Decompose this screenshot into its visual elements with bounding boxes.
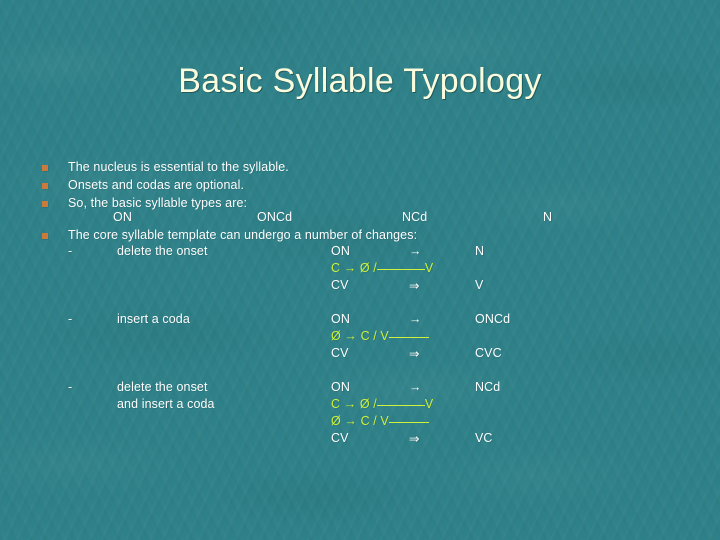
change-dash-2: - — [68, 312, 73, 326]
change-rule-3-2: Ø → C / V — [331, 414, 429, 428]
change-label-3-line1: delete the onset — [117, 380, 208, 394]
rule-blank-3-2 — [388, 422, 429, 423]
rule-blank-3-1 — [376, 405, 425, 406]
bullet-text-4: The core syllable template can undergo a… — [68, 228, 418, 242]
syllable-type-n: N — [543, 210, 553, 224]
syllable-type-oncd: ONCd — [257, 210, 293, 224]
slide-canvas: Basic Syllable Typology The nucleus is e… — [0, 0, 720, 540]
change-example-output-2: CVC — [475, 346, 502, 360]
rule-blank-1-1 — [376, 269, 425, 270]
change-example-input-3: CV — [331, 431, 349, 445]
change-dash-3: - — [68, 380, 73, 394]
change-rule-3-1: C → Ø / V — [331, 397, 433, 411]
change-example-output-1: V — [475, 278, 484, 292]
rule-left-1-1: C → Ø / — [331, 261, 377, 275]
change-example-input-1: CV — [331, 278, 349, 292]
change-template-arrow-2: → — [409, 312, 422, 326]
slide-body: The nucleus is essential to the syllable… — [0, 0, 720, 540]
change-example-arrow-2: ⇒ — [409, 347, 420, 361]
rule-right-3-1: V — [424, 397, 434, 411]
bullet-marker-4 — [42, 233, 48, 239]
syllable-type-ncd: NCd — [402, 210, 428, 224]
change-template-input-3: ON — [331, 380, 350, 394]
change-label-3-line2: and insert a coda — [117, 397, 215, 411]
bullet-text-1: The nucleus is essential to the syllable… — [68, 160, 289, 174]
syllable-type-on: ON — [113, 210, 132, 224]
change-template-arrow-1: → — [409, 244, 422, 258]
change-label-1: delete the onset — [117, 244, 208, 258]
rule-left-2-1: Ø → C / V — [331, 329, 389, 343]
change-template-output-3: NCd — [475, 380, 501, 394]
rule-blank-2-1 — [388, 337, 429, 338]
change-example-arrow-3: ⇒ — [409, 432, 420, 446]
change-label-2: insert a coda — [117, 312, 190, 326]
bullet-marker-2 — [42, 183, 48, 189]
bullet-marker-3 — [42, 201, 48, 207]
change-dash-1: - — [68, 244, 73, 258]
change-example-input-2: CV — [331, 346, 349, 360]
change-template-arrow-3: → — [409, 380, 422, 394]
change-rule-2-1: Ø → C / V — [331, 329, 429, 343]
change-template-input-1: ON — [331, 244, 350, 258]
change-template-output-2: ONCd — [475, 312, 511, 326]
change-rule-1-1: C → Ø / V — [331, 261, 433, 275]
change-template-input-2: ON — [331, 312, 350, 326]
change-template-output-1: N — [475, 244, 485, 258]
change-example-output-3: VC — [475, 431, 493, 445]
rule-left-3-1: C → Ø / — [331, 397, 377, 411]
change-example-arrow-1: ⇒ — [409, 279, 420, 293]
bullet-text-2: Onsets and codas are optional. — [68, 178, 245, 192]
rule-left-3-2: Ø → C / V — [331, 414, 389, 428]
bullet-marker-1 — [42, 165, 48, 171]
bullet-text-3: So, the basic syllable types are: — [68, 196, 248, 210]
rule-right-1-1: V — [424, 261, 434, 275]
